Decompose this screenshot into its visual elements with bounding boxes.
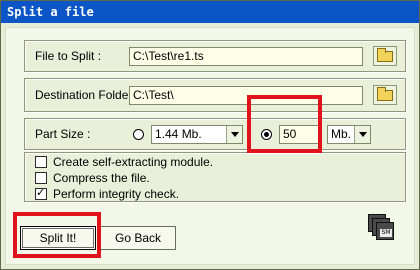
size-unit-value: Mb. xyxy=(331,127,352,141)
folder-icon xyxy=(377,48,393,62)
window-client-area: File to Split : C:\Test\re1.ts Destinati… xyxy=(5,27,415,265)
file-to-split-group: File to Split : C:\Test\re1.ts xyxy=(24,40,406,72)
go-back-button[interactable]: Go Back xyxy=(100,226,176,250)
floppy-disks-icon: SM xyxy=(368,214,398,246)
integrity-check-checkbox[interactable] xyxy=(35,186,47,200)
custom-size-radio[interactable] xyxy=(261,129,272,140)
integrity-check-label: Perform integrity check. xyxy=(53,187,180,201)
custom-size-input[interactable]: 50 xyxy=(279,125,321,144)
destination-folder-group: Destination Folder : C:\Test\ xyxy=(24,78,406,112)
options-group: Create self-extracting module. Compress … xyxy=(24,152,406,202)
preset-size-value: 1.44 Mb. xyxy=(155,127,202,141)
file-to-split-label: File to Split : xyxy=(35,49,102,63)
chevron-down-icon xyxy=(354,126,370,143)
part-size-label: Part Size : xyxy=(35,127,91,141)
preset-size-dropdown[interactable]: 1.44 Mb. xyxy=(151,125,243,144)
compress-label: Compress the file. xyxy=(53,171,150,185)
file-to-split-input[interactable]: C:\Test\re1.ts xyxy=(129,47,363,66)
preset-size-radio[interactable] xyxy=(133,129,144,140)
self-extracting-label: Create self-extracting module. xyxy=(53,155,214,169)
size-unit-dropdown[interactable]: Mb. xyxy=(327,125,371,144)
folder-icon xyxy=(377,87,393,101)
window-title: Split a file xyxy=(1,1,419,23)
floppy-label: SM xyxy=(380,229,392,237)
compress-checkbox[interactable] xyxy=(35,172,47,184)
split-file-window: Split a file File to Split : C:\Test\re1… xyxy=(0,0,420,270)
browse-file-button[interactable] xyxy=(373,46,397,66)
destination-folder-label: Destination Folder : xyxy=(35,88,140,102)
chevron-down-icon xyxy=(226,126,242,143)
part-size-group: Part Size : 1.44 Mb. 50 Mb. xyxy=(24,118,406,150)
destination-folder-input[interactable]: C:\Test\ xyxy=(129,86,363,105)
browse-folder-button[interactable] xyxy=(373,85,397,105)
self-extracting-checkbox[interactable] xyxy=(35,156,47,168)
split-it-button[interactable]: Split It! xyxy=(20,226,96,250)
